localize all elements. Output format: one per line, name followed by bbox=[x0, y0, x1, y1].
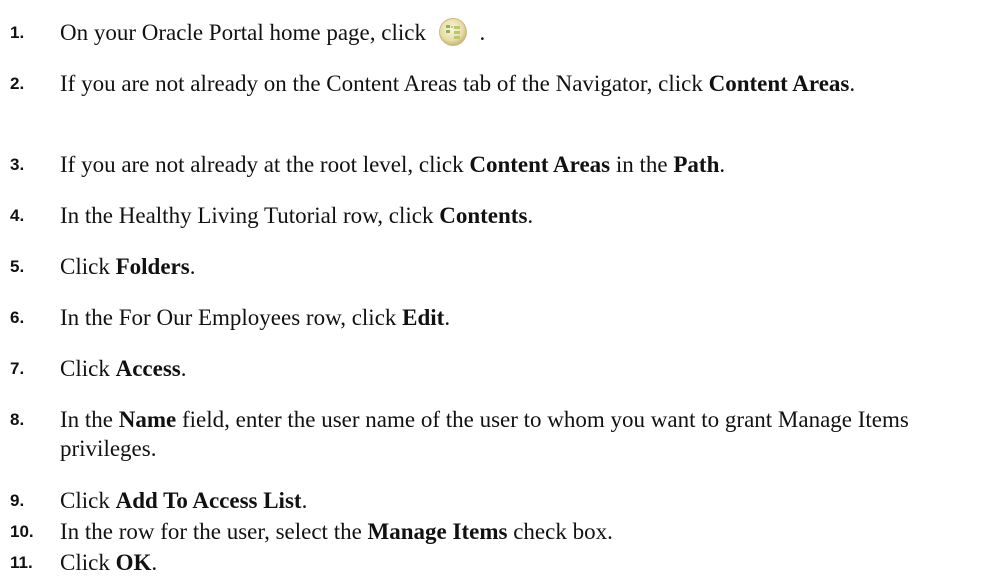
ui-term: Content Areas bbox=[469, 152, 611, 177]
text-run: In the For Our Employees row, click bbox=[60, 305, 403, 330]
step-number: 8. bbox=[10, 410, 25, 429]
text-run: If you are not already at the root level… bbox=[60, 152, 470, 177]
ui-term: Add To Access List bbox=[115, 488, 302, 513]
step-number: 9. bbox=[10, 491, 25, 510]
step-text: In the row for the user, select the Mana… bbox=[60, 517, 990, 546]
text-run: . bbox=[473, 20, 486, 45]
text-run: in the bbox=[610, 152, 674, 177]
text-run: Click bbox=[60, 356, 116, 381]
text-run: Click bbox=[60, 254, 116, 279]
step-number: 1. bbox=[10, 23, 25, 42]
ui-term: Access bbox=[115, 356, 181, 381]
text-run: . bbox=[849, 71, 856, 96]
ui-term: Content Areas bbox=[708, 71, 850, 96]
step-number: 11. bbox=[10, 553, 33, 572]
step-number: 10. bbox=[10, 522, 34, 541]
text-run: Click bbox=[60, 550, 116, 575]
step-number: 5. bbox=[10, 257, 25, 276]
text-run: Click bbox=[60, 488, 116, 513]
text-run: If you are not already on the Content Ar… bbox=[60, 71, 709, 96]
text-run: . bbox=[301, 488, 308, 513]
ui-term: Manage Items bbox=[367, 519, 508, 544]
ui-term: Contents bbox=[439, 203, 528, 228]
text-run: . bbox=[527, 203, 534, 228]
step-text: On your Oracle Portal home page, click . bbox=[60, 17, 990, 47]
text-run: In the Healthy Living Tutorial row, clic… bbox=[60, 203, 440, 228]
step-text: Click Access. bbox=[60, 354, 990, 383]
step-text: Click Folders. bbox=[60, 252, 990, 281]
step-text: In the For Our Employees row, click Edit… bbox=[60, 303, 990, 332]
step-number: 7. bbox=[10, 359, 25, 378]
ui-term: Name bbox=[118, 407, 177, 432]
text-run: . bbox=[151, 550, 158, 575]
text-run: check box. bbox=[507, 519, 613, 544]
text-run: In the row for the user, select the bbox=[60, 519, 368, 544]
ui-term: Path bbox=[673, 152, 720, 177]
text-run: . bbox=[189, 254, 196, 279]
text-run: On your Oracle Portal home page, click bbox=[60, 20, 432, 45]
step-number: 6. bbox=[10, 308, 25, 327]
step-number: 4. bbox=[10, 206, 25, 225]
text-run: . bbox=[444, 305, 451, 330]
text-run: . bbox=[719, 152, 726, 177]
ui-term: OK bbox=[115, 550, 152, 575]
text-run: field, enter the user name of the user t… bbox=[60, 407, 909, 461]
step-text: In the Healthy Living Tutorial row, clic… bbox=[60, 201, 990, 230]
step-text: Click Add To Access List. bbox=[60, 486, 990, 515]
step-number: 2. bbox=[10, 74, 25, 93]
text-run: . bbox=[180, 356, 187, 381]
step-text: Click OK. bbox=[60, 548, 990, 577]
ui-term: Folders bbox=[115, 254, 190, 279]
step-text: If you are not already at the root level… bbox=[60, 150, 990, 179]
step-text: In the Name field, enter the user name o… bbox=[60, 405, 990, 463]
navigator-icon bbox=[438, 17, 468, 47]
ui-term: Edit bbox=[402, 305, 445, 330]
step-text: If you are not already on the Content Ar… bbox=[60, 69, 990, 98]
step-number: 3. bbox=[10, 155, 25, 174]
text-run: In the bbox=[60, 407, 119, 432]
